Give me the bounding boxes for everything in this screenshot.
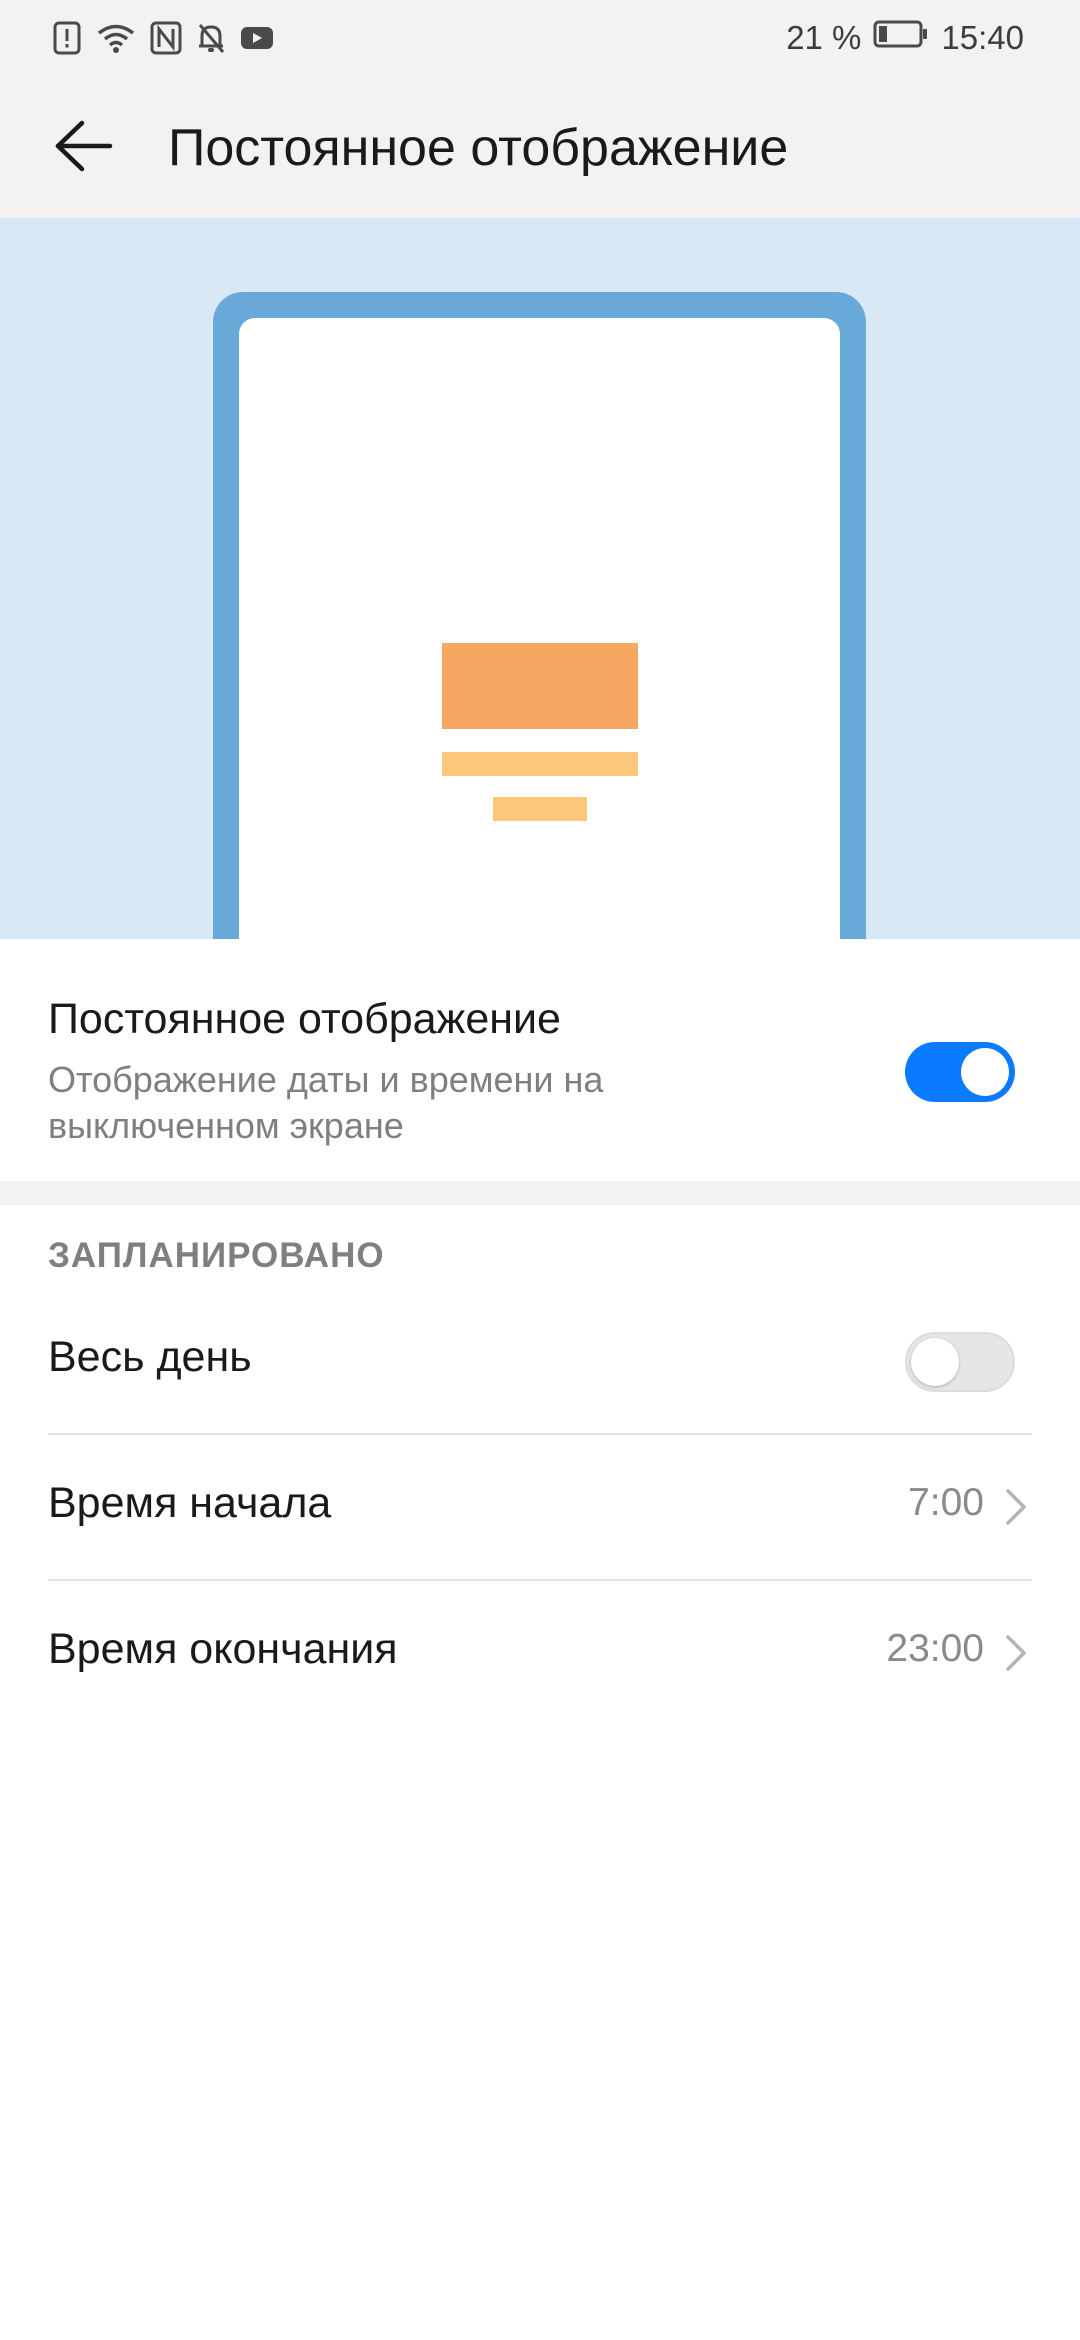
youtube-icon bbox=[240, 25, 274, 51]
aod-preview-illustration bbox=[0, 218, 1080, 939]
always-on-setting-row[interactable]: Постоянное отображение Отображение даты … bbox=[0, 939, 1080, 1181]
bell-off-icon bbox=[196, 21, 226, 55]
aod-date-bar bbox=[442, 752, 638, 776]
start-time-label: Время начала bbox=[48, 1479, 332, 1527]
start-time-value: 7:00 bbox=[908, 1481, 984, 1524]
section-divider bbox=[0, 1181, 1080, 1205]
toggle-knob bbox=[961, 1048, 1009, 1096]
end-time-value: 23:00 bbox=[886, 1627, 984, 1670]
chevron-right-icon bbox=[1004, 1487, 1028, 1527]
phone-screen bbox=[239, 318, 840, 939]
toggle-knob bbox=[911, 1338, 959, 1386]
end-time-row[interactable]: Время окончания 23:00 bbox=[0, 1581, 1080, 1727]
start-time-row[interactable]: Время начала 7:00 bbox=[0, 1435, 1080, 1581]
status-right: 21 % 15:40 bbox=[786, 18, 1024, 58]
always-on-subtitle: Отображение даты и времени на выключенно… bbox=[48, 1059, 604, 1146]
end-time-label: Время окончания bbox=[48, 1625, 398, 1673]
arrow-left-icon bbox=[54, 120, 114, 177]
clock: 15:40 bbox=[941, 19, 1024, 56]
alert-icon bbox=[52, 21, 82, 55]
battery-percent: 21 % bbox=[786, 19, 862, 56]
battery-icon bbox=[873, 19, 929, 57]
back-button[interactable] bbox=[40, 112, 128, 184]
all-day-label: Весь день bbox=[48, 1333, 252, 1381]
scheduled-section-header: ЗАПЛАНИРОВАНО bbox=[48, 1236, 385, 1275]
app-header: Постоянное отображение bbox=[0, 76, 1080, 218]
wifi-icon bbox=[96, 22, 136, 54]
page-title: Постоянное отображение bbox=[168, 119, 789, 177]
chevron-right-icon bbox=[1004, 1633, 1028, 1673]
aod-clock-block bbox=[442, 643, 638, 729]
always-on-toggle[interactable] bbox=[905, 1042, 1015, 1102]
all-day-row[interactable]: Весь день bbox=[0, 1289, 1080, 1435]
status-bar: 21 % 15:40 bbox=[0, 0, 1080, 76]
all-day-toggle[interactable] bbox=[905, 1332, 1015, 1392]
aod-status-bar bbox=[493, 797, 587, 821]
always-on-title: Постоянное отображение bbox=[48, 995, 561, 1043]
nfc-icon bbox=[150, 21, 182, 55]
status-icons bbox=[52, 18, 274, 58]
phone-frame bbox=[213, 292, 866, 939]
